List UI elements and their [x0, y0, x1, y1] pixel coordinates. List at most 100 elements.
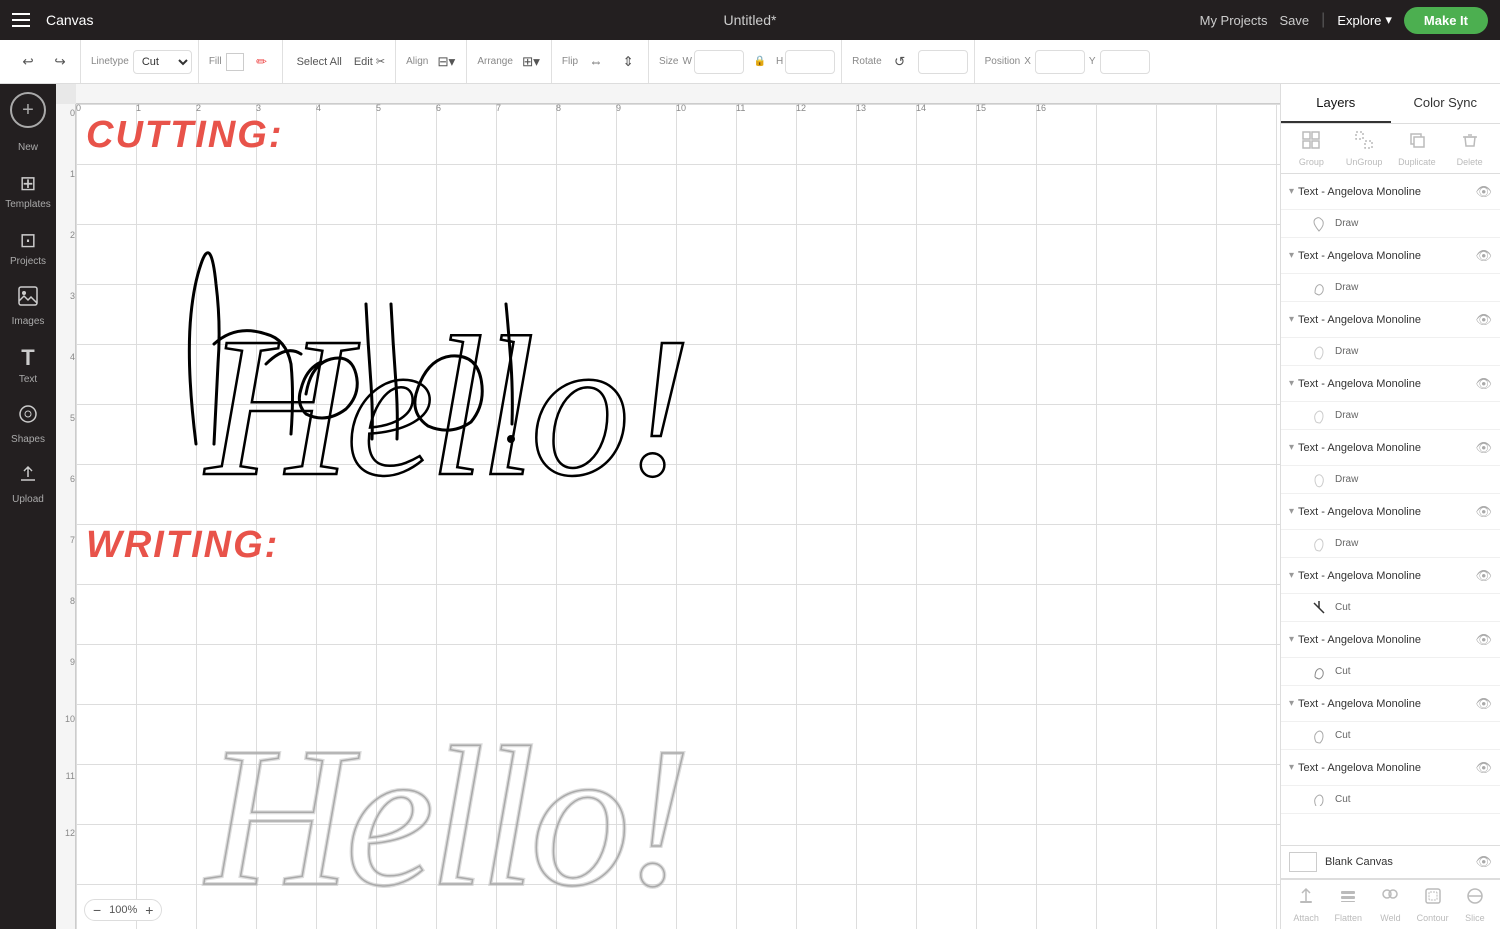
- layer-visibility-icon[interactable]: 👁: [1475, 696, 1492, 712]
- save-link[interactable]: Save: [1280, 13, 1310, 28]
- layer-sub-item: Cut: [1281, 722, 1500, 750]
- ruler-top: 0 1 2 3 4 5 6 7 8 9 10 11 12 13 14 15 16: [76, 84, 1280, 104]
- layer-item[interactable]: ▾ Text - Angelova Monoline 👁: [1281, 302, 1500, 338]
- contour-icon: [1423, 886, 1443, 911]
- layer-visibility-icon[interactable]: 👁: [1475, 312, 1492, 328]
- layer-sub-item: Draw: [1281, 338, 1500, 366]
- layers-list: ▾ Text - Angelova Monoline 👁 Draw ▾ Text…: [1281, 174, 1500, 845]
- sidebar-item-new[interactable]: New: [4, 134, 52, 161]
- toolbar-arrange-group: Arrange ⊞▾: [471, 40, 552, 83]
- position-y-input[interactable]: [1100, 50, 1150, 74]
- attach-button[interactable]: Attach: [1286, 886, 1326, 923]
- flip-v-button[interactable]: ⇕: [614, 48, 642, 76]
- position-x-input[interactable]: [1035, 50, 1085, 74]
- layer-item[interactable]: ▾ Text - Angelova Monoline 👁: [1281, 430, 1500, 466]
- layer-visibility-icon[interactable]: 👁: [1475, 440, 1492, 456]
- flatten-icon: [1338, 886, 1358, 911]
- rotate-input[interactable]: [918, 50, 968, 74]
- height-input[interactable]: [785, 50, 835, 74]
- zoom-bar: − 100% +: [84, 899, 162, 921]
- undo-button[interactable]: ↩: [14, 48, 42, 76]
- sidebar-item-upload[interactable]: Upload: [4, 455, 52, 513]
- tab-layers[interactable]: Layers: [1281, 84, 1391, 123]
- duplicate-button[interactable]: Duplicate: [1397, 130, 1437, 167]
- layer-item[interactable]: ▾ Text - Angelova Monoline 👁: [1281, 622, 1500, 658]
- layer-visibility-icon[interactable]: 👁: [1475, 568, 1492, 584]
- layer-visibility-icon[interactable]: 👁: [1475, 760, 1492, 776]
- layer-item[interactable]: ▾ Text - Angelova Monoline 👁: [1281, 686, 1500, 722]
- canvas-content: CUTTING: Hello!: [76, 104, 1280, 929]
- fill-edit-button[interactable]: ✏: [248, 48, 276, 76]
- flip-h-button[interactable]: ⇔: [582, 48, 610, 76]
- layer-visibility-icon[interactable]: 👁: [1475, 376, 1492, 392]
- my-projects-link[interactable]: My Projects: [1200, 13, 1268, 28]
- rotate-ccw-button[interactable]: ↺: [886, 48, 914, 76]
- layer-item[interactable]: ▾ Text - Angelova Monoline 👁: [1281, 238, 1500, 274]
- layer-item[interactable]: ▾ Text - Angelova Monoline 👁: [1281, 494, 1500, 530]
- toolbar-flip-group: Flip ⇔ ⇕: [556, 40, 649, 83]
- blank-canvas-thumbnail: [1289, 852, 1317, 872]
- layer-item[interactable]: ▾ Text - Angelova Monoline 👁: [1281, 558, 1500, 594]
- explore-btn[interactable]: Explore ▾: [1337, 12, 1392, 28]
- align-dropdown-button[interactable]: ⊟▾: [432, 48, 460, 76]
- flatten-button[interactable]: Flatten: [1328, 886, 1368, 923]
- layer-sub-item: Draw: [1281, 466, 1500, 494]
- duplicate-icon: [1407, 130, 1427, 155]
- attach-icon: [1296, 886, 1316, 911]
- explore-chevron-icon: ▾: [1385, 12, 1392, 28]
- svg-text:Hello!: Hello!: [203, 707, 687, 928]
- app-title: Untitled*: [724, 12, 777, 28]
- layer-item[interactable]: ▾ Text - Angelova Monoline 👁: [1281, 174, 1500, 210]
- layer-visibility-icon[interactable]: 👁: [1475, 184, 1492, 200]
- slice-button[interactable]: Slice: [1455, 886, 1495, 923]
- delete-button[interactable]: Delete: [1450, 130, 1490, 167]
- fill-color-swatch[interactable]: [226, 53, 244, 71]
- delete-icon: [1460, 130, 1480, 155]
- layer-sub-item: Cut: [1281, 594, 1500, 622]
- group-button[interactable]: Group: [1291, 130, 1331, 167]
- edit-button[interactable]: Edit ✂: [350, 48, 389, 76]
- sidebar-item-text[interactable]: T Text: [4, 337, 52, 393]
- toolbar-align-group: Align ⊟▾: [400, 40, 467, 83]
- ungroup-button[interactable]: UnGroup: [1344, 130, 1384, 167]
- layer-visibility-icon[interactable]: 👁: [1475, 248, 1492, 264]
- tab-color-sync[interactable]: Color Sync: [1391, 84, 1500, 123]
- layer-item[interactable]: ▾ Text - Angelova Monoline 👁: [1281, 750, 1500, 786]
- arrange-dropdown-button[interactable]: ⊞▾: [517, 48, 545, 76]
- layer-sub-item: Draw: [1281, 274, 1500, 302]
- new-button[interactable]: +: [10, 92, 46, 128]
- sidebar-item-shapes[interactable]: Shapes: [4, 395, 52, 453]
- hello-outline-text: Hello! Hello!: [176, 574, 876, 929]
- toolbar: ↩ ↪ Linetype CutDrawScore Fill ✏ Select …: [0, 40, 1500, 84]
- layer-sub-item: Cut: [1281, 786, 1500, 814]
- menu-icon[interactable]: [12, 13, 30, 27]
- ruler-left: 0 1 2 3 4 5 6 7 8 9 10 11 12: [56, 104, 76, 929]
- linetype-select[interactable]: CutDrawScore: [133, 50, 192, 74]
- contour-button[interactable]: Contour: [1413, 886, 1453, 923]
- blank-canvas-visibility-icon[interactable]: 👁: [1475, 854, 1492, 870]
- lock-aspect-button[interactable]: 🔒: [746, 48, 774, 76]
- make-it-button[interactable]: Make It: [1404, 7, 1488, 34]
- panel-bottom-actions: Attach Flatten Weld Contour: [1281, 879, 1500, 929]
- weld-button[interactable]: Weld: [1370, 886, 1410, 923]
- layer-item[interactable]: ▾ Text - Angelova Monoline 👁: [1281, 366, 1500, 402]
- select-all-button[interactable]: Select All: [293, 48, 346, 76]
- group-icon: [1301, 130, 1321, 155]
- zoom-out-button[interactable]: −: [93, 903, 101, 917]
- toolbar-rotate-group: Rotate ↺: [846, 40, 974, 83]
- layer-visibility-icon[interactable]: 👁: [1475, 504, 1492, 520]
- sidebar-item-projects[interactable]: ⊡ Projects: [4, 220, 52, 275]
- layer-visibility-icon[interactable]: 👁: [1475, 632, 1492, 648]
- zoom-in-button[interactable]: +: [145, 903, 153, 917]
- toolbar-linetype-group: Linetype CutDrawScore: [85, 40, 199, 83]
- cutting-label: CUTTING:: [86, 114, 284, 157]
- width-input[interactable]: [694, 50, 744, 74]
- sidebar-item-images[interactable]: Images: [4, 277, 52, 335]
- panel-tabs: Layers Color Sync: [1281, 84, 1500, 124]
- canvas-area[interactable]: 0 1 2 3 4 5 6 7 8 9 10 11 12 13 14 15 16…: [56, 84, 1280, 929]
- sidebar-item-templates[interactable]: ⊞ Templates: [4, 163, 52, 218]
- weld-icon: [1380, 886, 1400, 911]
- svg-text:Hello!: Hello!: [203, 297, 687, 518]
- redo-button[interactable]: ↪: [46, 48, 74, 76]
- ungroup-icon: [1354, 130, 1374, 155]
